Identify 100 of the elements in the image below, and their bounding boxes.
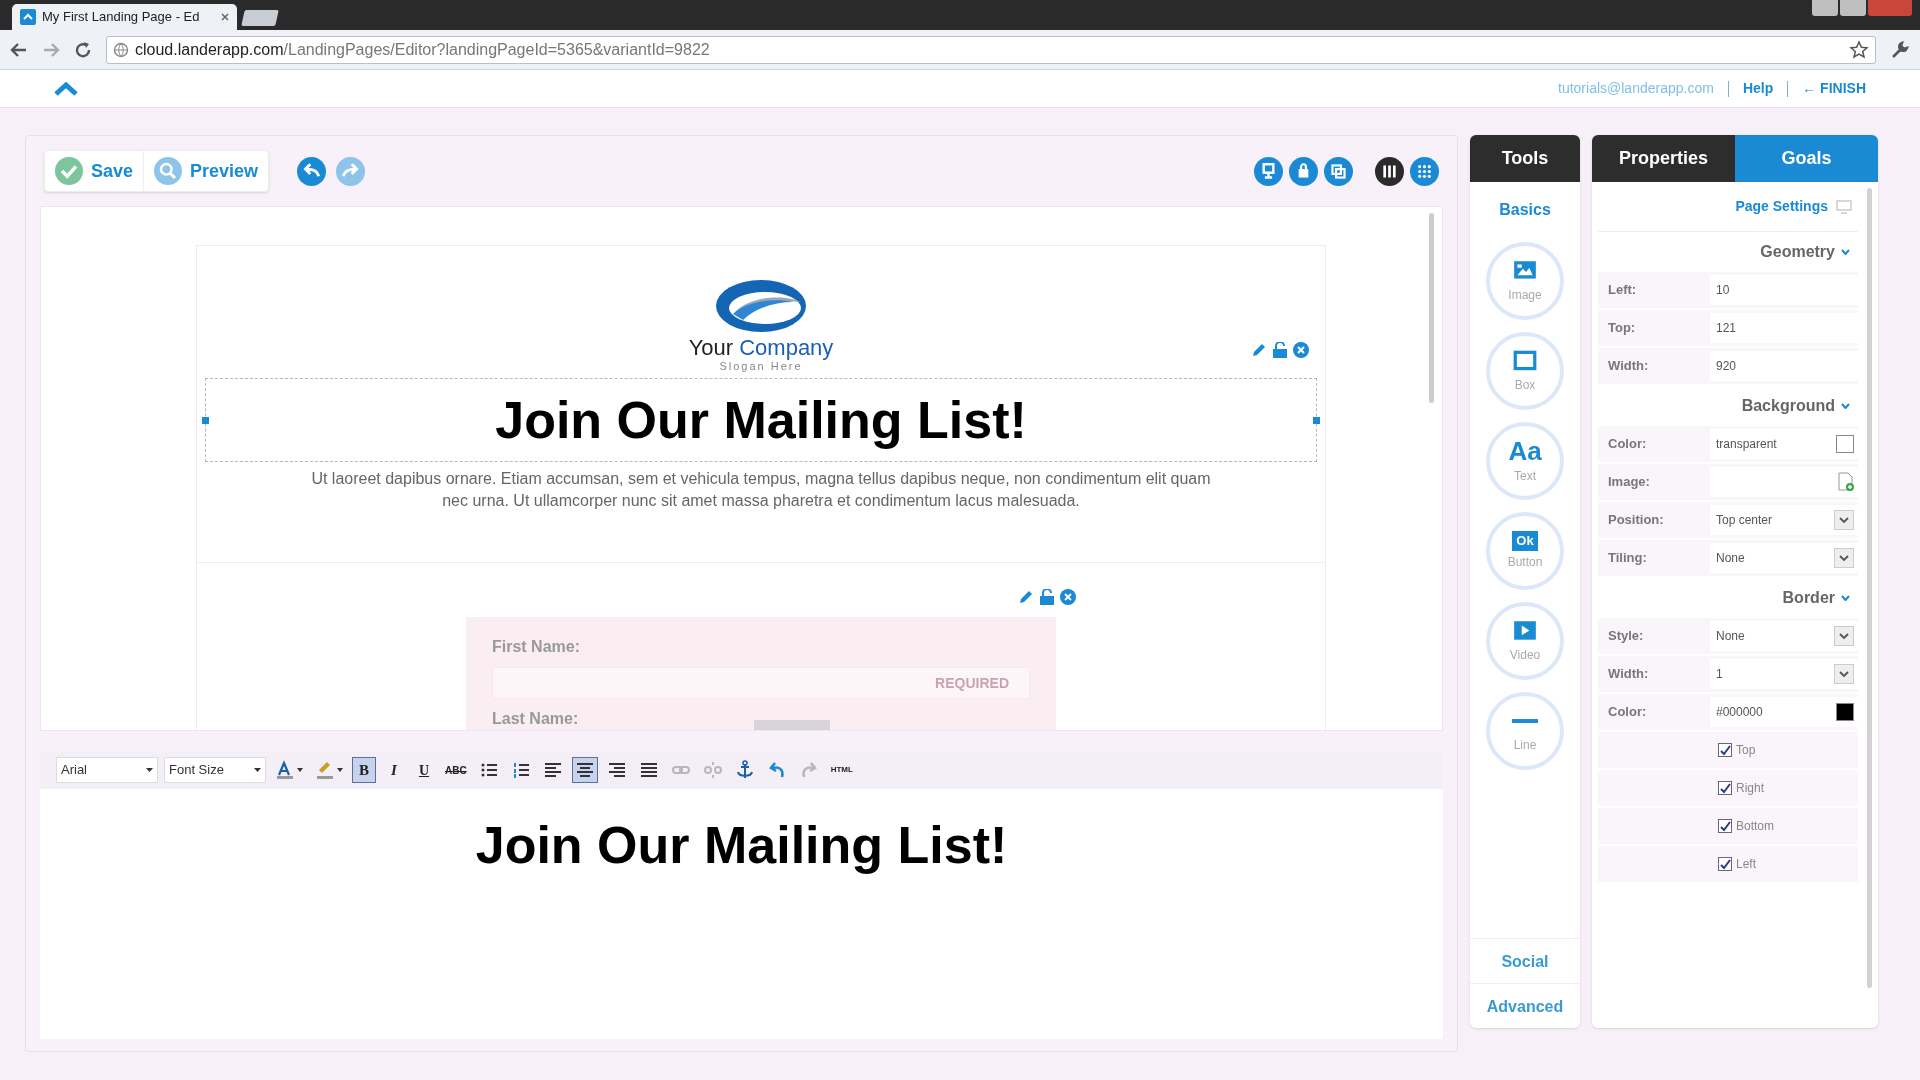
checkbox-label: Bottom — [1736, 818, 1774, 835]
align-right-icon — [606, 760, 627, 780]
section-heading[interactable]: Geometry — [1760, 240, 1835, 264]
checkbox[interactable] — [1718, 743, 1732, 757]
scrollbar[interactable] — [1867, 188, 1872, 988]
align-center-icon — [574, 760, 595, 780]
section-heading[interactable]: Background — [1741, 394, 1835, 418]
property-label: Width: — [1607, 357, 1650, 376]
wrench-icon[interactable] — [1890, 39, 1910, 60]
align-left-icon — [542, 760, 563, 780]
property-label: Style: — [1607, 627, 1645, 646]
search-icon — [154, 157, 183, 185]
checkbox[interactable] — [1718, 857, 1732, 871]
color-swatch[interactable] — [1836, 435, 1854, 453]
underline-button[interactable]: U — [412, 757, 436, 783]
panel-tab[interactable]: Goals — [1735, 135, 1878, 182]
close-icon[interactable] — [221, 13, 229, 21]
tab-title: My First Landing Page - Ed — [42, 8, 200, 27]
copy-icon[interactable] — [1324, 156, 1353, 186]
monitor-icon — [1836, 199, 1852, 214]
intro-paragraph: Ut laoreet dapibus ornare. Etiam accumsan, sem et vehicula tempus, magna tellus dapibus neque, non condimentum elit quam nec urna. Ut ullamcorper nunc sit amet massa pharetra et condimentum lacus malesuada. — [311, 469, 1211, 511]
undo-icon — [766, 760, 787, 780]
panel-tab[interactable]: Properties — [1592, 135, 1735, 182]
property-label: Tiling: — [1607, 549, 1648, 568]
selection-handle[interactable] — [1313, 417, 1320, 424]
justify-icon — [638, 760, 659, 780]
lock-icon[interactable] — [1040, 589, 1054, 605]
chevron-down-icon[interactable] — [1841, 403, 1850, 409]
close-icon[interactable] — [1293, 342, 1309, 358]
button-tool[interactable]: Ok Button — [1486, 512, 1564, 590]
caret-icon — [254, 768, 261, 772]
grid-icon[interactable] — [1410, 156, 1439, 186]
reload-icon[interactable] — [74, 40, 92, 59]
caret-icon — [146, 768, 153, 772]
selected-text-block[interactable]: Join Our Mailing List! — [205, 378, 1317, 462]
color-swatch[interactable] — [1836, 703, 1854, 721]
address-bar[interactable]: cloud.landerapp.com/LandingPages/Editor?landingPageId=5365&variantId=9822 — [106, 35, 1876, 64]
save-button[interactable]: Save — [45, 151, 144, 191]
finish-link[interactable]: ← FINISH — [1802, 78, 1866, 99]
lock-icon[interactable] — [1273, 342, 1287, 358]
property-label: Top: — [1607, 319, 1637, 338]
app-logo-icon — [20, 9, 36, 25]
chevron-down-icon[interactable] — [1841, 249, 1850, 255]
property-label: Image: — [1607, 473, 1651, 492]
bold-button[interactable]: B — [352, 757, 376, 783]
browser-tab[interactable]: My First Landing Page - Ed — [12, 4, 237, 30]
globe-icon — [113, 41, 129, 58]
text-color-icon — [275, 760, 295, 780]
font-dropdown[interactable]: Arial — [56, 757, 158, 783]
required-label: REQUIRED — [935, 673, 1009, 693]
star-icon[interactable] — [1849, 39, 1869, 60]
columns-icon[interactable] — [1375, 156, 1404, 186]
company-name: Your Company — [688, 336, 834, 360]
checkbox[interactable] — [1718, 781, 1732, 795]
selection-handle[interactable] — [202, 417, 209, 424]
app-logo-icon[interactable] — [54, 81, 78, 96]
strikethrough-button[interactable]: ABC — [442, 757, 470, 783]
forward-icon[interactable] — [42, 40, 60, 59]
edit-icon[interactable] — [1251, 342, 1267, 358]
undo-icon[interactable] — [297, 156, 327, 186]
align-center-button[interactable] — [571, 757, 598, 783]
text-tool[interactable]: Aa Text — [1486, 422, 1564, 500]
checkbox[interactable] — [1718, 819, 1732, 833]
basics-section[interactable]: Basics — [1470, 198, 1580, 222]
highlighter-icon — [315, 760, 335, 780]
field-label: Last Name: — [492, 709, 579, 729]
page-settings-link[interactable]: Page Settings — [1735, 196, 1828, 217]
checkbox-label: Right — [1736, 780, 1764, 797]
property-label: Color: — [1607, 703, 1648, 722]
redo-icon[interactable] — [336, 156, 366, 186]
property-label: Left: — [1607, 281, 1638, 300]
edit-icon[interactable] — [1018, 589, 1034, 605]
html-button[interactable]: HTML — [827, 757, 856, 783]
check-icon — [55, 157, 83, 185]
add-file-icon[interactable] — [1838, 472, 1854, 492]
new-tab-button[interactable] — [241, 10, 279, 26]
monitor-icon[interactable] — [1254, 156, 1283, 186]
checkbox-label: Left — [1736, 856, 1756, 873]
scrollbar[interactable] — [1429, 213, 1434, 403]
font-size-dropdown[interactable]: Font Size — [164, 757, 266, 783]
anchor-icon — [734, 760, 755, 780]
company-logo-icon — [715, 278, 807, 334]
tools-tab[interactable]: Tools — [1470, 135, 1580, 182]
lock-icon[interactable] — [1289, 156, 1318, 186]
chevron-down-icon[interactable] — [1841, 595, 1850, 601]
preview-button[interactable]: Preview — [143, 151, 269, 191]
caret-icon — [297, 768, 303, 772]
property-label: Color: — [1607, 435, 1648, 454]
italic-button[interactable]: I — [382, 757, 406, 783]
section-heading[interactable]: Border — [1782, 586, 1835, 610]
back-icon[interactable] — [10, 40, 28, 59]
editor-text[interactable]: Join Our Mailing List! — [475, 815, 1008, 875]
url-text: cloud.landerapp.com/LandingPages/Editor?landingPageId=5365&variantId=9822 — [135, 39, 710, 60]
field-label: First Name: — [492, 637, 581, 657]
caret-icon — [337, 768, 343, 772]
help-link[interactable]: Help — [1742, 78, 1774, 99]
resize-handle[interactable] — [754, 720, 830, 730]
property-label: Position: — [1607, 511, 1665, 530]
close-icon[interactable] — [1060, 589, 1076, 605]
checkbox-label: Top — [1736, 742, 1756, 759]
